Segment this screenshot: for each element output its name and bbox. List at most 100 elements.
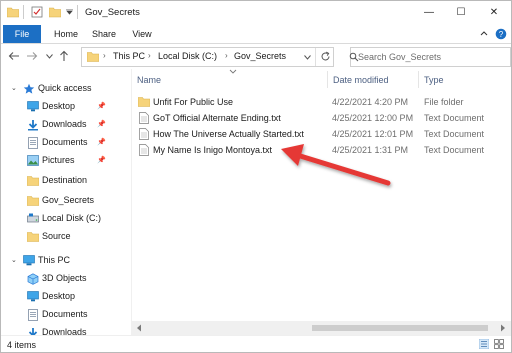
up-button[interactable]	[57, 49, 71, 63]
close-button[interactable]: ✕	[478, 1, 510, 23]
nav-label: Documents	[42, 309, 88, 319]
nav-label: Downloads	[42, 119, 87, 129]
file-row[interactable]: My Name Is Inigo Montoya.txt 4/25/2021 1…	[132, 142, 511, 158]
disk-icon	[27, 213, 39, 223]
column-divider[interactable]	[327, 71, 328, 88]
nav-item-pc-desktop[interactable]: Desktop	[1, 289, 131, 305]
file-name: GoT Official Alternate Ending.txt	[153, 113, 281, 123]
nav-item-pc-documents[interactable]: Documents	[1, 307, 131, 323]
file-row[interactable]: Unfit For Public Use 4/22/2021 4:20 PM F…	[132, 94, 511, 110]
column-header-name[interactable]: Name	[137, 75, 161, 85]
title-bar: Gov_Secrets — ☐ ✕	[1, 1, 511, 25]
details-view-icon[interactable]	[479, 339, 489, 349]
pin-icon[interactable]: 📌	[97, 102, 106, 110]
chevron-down-icon	[45, 53, 53, 59]
folder-icon	[138, 97, 150, 107]
file-type: Text Document	[424, 113, 485, 123]
forward-button[interactable]	[25, 49, 39, 63]
chevron-down-icon[interactable]: ⌄	[11, 256, 17, 264]
file-row[interactable]: How The Universe Actually Started.txt 4/…	[132, 126, 511, 142]
chevron-down-icon[interactable]: ⌄	[11, 84, 17, 92]
tab-home[interactable]: Home	[49, 25, 83, 43]
nav-item-pc-downloads[interactable]: Downloads	[1, 325, 131, 335]
folder-icon	[27, 196, 39, 206]
nav-label: Documents	[42, 137, 88, 147]
nav-label: Gov_Secrets	[42, 195, 95, 205]
scroll-right-icon[interactable]	[500, 324, 506, 332]
nav-item-downloads[interactable]: Downloads 📌	[1, 117, 131, 133]
nav-item-destination[interactable]: Destination	[1, 173, 131, 189]
nav-item-gov-secrets[interactable]: Gov_Secrets	[1, 193, 131, 209]
divider	[77, 5, 78, 19]
pin-icon[interactable]: 📌	[97, 156, 106, 164]
file-row[interactable]: GoT Official Alternate Ending.txt 4/25/2…	[132, 110, 511, 126]
downloads-icon	[28, 120, 38, 131]
breadcrumb-gov-secrets[interactable]: Gov_Secrets	[234, 51, 286, 61]
nav-label: Desktop	[42, 101, 76, 111]
column-divider[interactable]	[418, 71, 419, 88]
address-bar[interactable]: › This PC › Local Disk (C:) › Gov_Secret…	[81, 47, 334, 67]
file-type: Text Document	[424, 145, 485, 155]
nav-this-pc[interactable]: ⌄ This PC	[1, 253, 131, 269]
scroll-left-icon[interactable]	[136, 324, 142, 332]
file-type: Text Document	[424, 129, 485, 139]
address-dropdown-icon[interactable]	[304, 55, 311, 60]
column-header-type[interactable]: Type	[424, 75, 444, 85]
nav-label: Local Disk (C:)	[42, 213, 102, 223]
nav-label: Desktop	[42, 291, 76, 301]
expand-ribbon-icon[interactable]	[479, 29, 489, 39]
nav-label: 3D Objects	[42, 273, 87, 283]
large-icons-view-icon[interactable]	[494, 339, 504, 349]
file-name: Unfit For Public Use	[153, 97, 234, 107]
new-folder-icon[interactable]	[49, 6, 61, 18]
nav-label: Source	[42, 231, 71, 241]
tab-view[interactable]: View	[125, 25, 159, 43]
breadcrumb-this-pc[interactable]: This PC	[113, 51, 145, 61]
properties-icon[interactable]	[31, 6, 43, 18]
nav-item-pictures[interactable]: Pictures 📌	[1, 153, 131, 169]
nav-quick-access[interactable]: ⌄ Quick access	[1, 81, 131, 97]
breadcrumb-separator[interactable]: ›	[103, 51, 106, 60]
horizontal-scrollbar[interactable]	[132, 321, 511, 335]
item-count: 4 items	[7, 340, 37, 350]
column-header-date[interactable]: Date modified	[333, 75, 389, 85]
tab-file[interactable]: File	[3, 25, 41, 43]
nav-item-3d-objects[interactable]: 3D Objects	[1, 271, 131, 287]
tab-share[interactable]: Share	[87, 25, 121, 43]
nav-item-desktop[interactable]: Desktop 📌	[1, 99, 131, 115]
breadcrumb-separator[interactable]: ›	[148, 51, 151, 60]
minimize-button[interactable]: —	[413, 1, 445, 23]
maximize-button[interactable]: ☐	[445, 1, 477, 23]
folder-icon	[27, 176, 39, 186]
documents-icon	[28, 137, 38, 149]
divider	[23, 5, 24, 19]
pin-icon[interactable]: 📌	[97, 138, 106, 146]
search-placeholder: Search Gov_Secrets	[358, 52, 442, 62]
search-input[interactable]: Search Gov_Secrets	[349, 47, 511, 67]
breadcrumb-local-disk[interactable]: Local Disk (C:)	[158, 51, 217, 61]
scrollbar-thumb[interactable]	[312, 325, 488, 331]
breadcrumb-separator[interactable]: ›	[225, 51, 228, 60]
documents-icon	[28, 309, 38, 321]
up-arrow-icon	[60, 50, 68, 61]
back-button[interactable]	[7, 49, 21, 63]
nav-label: This PC	[38, 255, 71, 265]
customize-quick-access-icon[interactable]	[66, 9, 73, 15]
file-type: File folder	[424, 97, 464, 107]
nav-item-source[interactable]: Source	[1, 229, 131, 245]
nav-label: Destination	[42, 175, 88, 185]
recent-locations-button[interactable]	[42, 49, 56, 63]
file-name: My Name Is Inigo Montoya.txt	[153, 145, 273, 155]
folder-icon	[27, 232, 39, 242]
pin-icon[interactable]: 📌	[97, 120, 106, 128]
folder-icon[interactable]	[7, 6, 19, 18]
nav-item-local-disk[interactable]: Local Disk (C:)	[1, 211, 131, 227]
address-row: › This PC › Local Disk (C:) › Gov_Secret…	[1, 44, 511, 69]
help-icon[interactable]: ?	[495, 28, 507, 40]
file-list: Name Date modified Type Unfit For Public…	[132, 69, 511, 335]
refresh-icon[interactable]	[320, 51, 331, 62]
forward-arrow-icon	[27, 52, 38, 60]
nav-item-documents[interactable]: Documents 📌	[1, 135, 131, 151]
nav-label: Downloads	[42, 327, 87, 335]
text-file-icon	[139, 112, 149, 124]
